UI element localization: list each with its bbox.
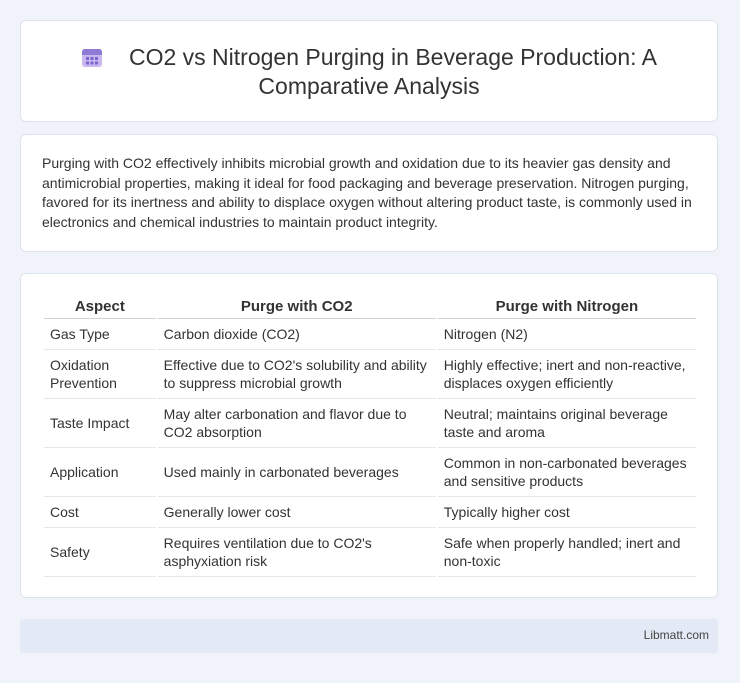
table-cell-aspect: Safety bbox=[44, 528, 156, 577]
table-cell-aspect: Taste Impact bbox=[44, 399, 156, 448]
table-cell-nitrogen: Safe when properly handled; inert and no… bbox=[437, 528, 696, 577]
table-header-row: Aspect Purge with CO2 Purge with Nitroge… bbox=[44, 294, 696, 319]
table-cell-co2: Carbon dioxide (CO2) bbox=[157, 319, 436, 350]
table-row: Cost Generally lower cost Typically high… bbox=[44, 497, 696, 528]
table-cell-co2: Effective due to CO2's solubility and ab… bbox=[157, 350, 436, 399]
table-cell-co2: Used mainly in carbonated beverages bbox=[157, 448, 436, 497]
table-cell-aspect: Gas Type bbox=[44, 319, 156, 350]
table-cell-nitrogen: Nitrogen (N2) bbox=[437, 319, 696, 350]
comparison-table: Aspect Purge with CO2 Purge with Nitroge… bbox=[42, 294, 698, 577]
table-row: Oxidation Prevention Effective due to CO… bbox=[44, 350, 696, 399]
column-header-aspect: Aspect bbox=[44, 294, 156, 319]
table-cell-nitrogen: Neutral; maintains original beverage tas… bbox=[437, 399, 696, 448]
table-cell-nitrogen: Typically higher cost bbox=[437, 497, 696, 528]
table-row: Taste Impact May alter carbonation and f… bbox=[44, 399, 696, 448]
table-row: Safety Requires ventilation due to CO2's… bbox=[44, 528, 696, 577]
page-title-wrap: CO2 vs Nitrogen Purging in Beverage Prod… bbox=[21, 43, 717, 101]
table-row: Gas Type Carbon dioxide (CO2) Nitrogen (… bbox=[44, 319, 696, 350]
intro-paragraph: Purging with CO2 effectively inhibits mi… bbox=[42, 155, 692, 230]
footer-bar: Libmatt.com bbox=[20, 619, 718, 653]
table-cell-aspect: Application bbox=[44, 448, 156, 497]
table-row: Application Used mainly in carbonated be… bbox=[44, 448, 696, 497]
table-cell-co2: Generally lower cost bbox=[157, 497, 436, 528]
comparison-table-card: Aspect Purge with CO2 Purge with Nitroge… bbox=[20, 273, 718, 598]
footer-brand: Libmatt.com bbox=[643, 628, 709, 642]
table-cell-co2: May alter carbonation and flavor due to … bbox=[157, 399, 436, 448]
header-card: CO2 vs Nitrogen Purging in Beverage Prod… bbox=[20, 20, 718, 122]
table-cell-nitrogen: Common in non-carbonated beverages and s… bbox=[437, 448, 696, 497]
intro-card: Purging with CO2 effectively inhibits mi… bbox=[20, 134, 718, 252]
table-cell-aspect: Oxidation Prevention bbox=[44, 350, 156, 399]
column-header-co2: Purge with CO2 bbox=[157, 294, 436, 319]
calendar-icon bbox=[81, 49, 102, 67]
table-cell-co2: Requires ventilation due to CO2's asphyx… bbox=[157, 528, 436, 577]
table-cell-nitrogen: Highly effective; inert and non-reactive… bbox=[437, 350, 696, 399]
page-title: CO2 vs Nitrogen Purging in Beverage Prod… bbox=[128, 44, 657, 99]
table-cell-aspect: Cost bbox=[44, 497, 156, 528]
column-header-nitrogen: Purge with Nitrogen bbox=[437, 294, 696, 319]
